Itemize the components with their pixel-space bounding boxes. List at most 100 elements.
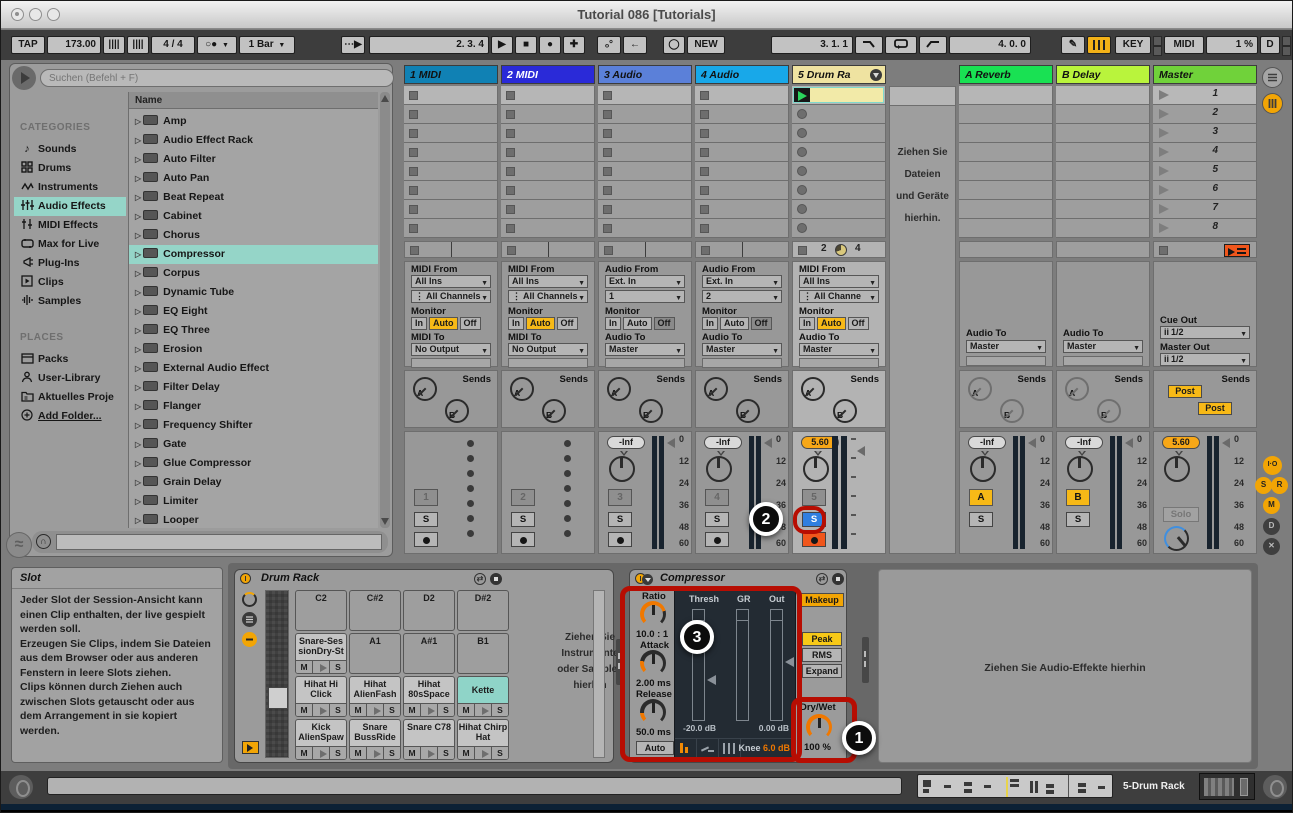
send-b-knob[interactable]: B bbox=[833, 399, 857, 423]
sidebar-item-audio-effects[interactable]: Audio Effects bbox=[14, 197, 126, 216]
input-channel-chooser[interactable]: ⋮ All Channels bbox=[411, 290, 491, 303]
arm-button-active[interactable] bbox=[802, 532, 826, 547]
nudge-up-button[interactable]: |||| bbox=[127, 36, 149, 54]
clip-stop-button[interactable] bbox=[506, 91, 515, 100]
clip-play-icon[interactable] bbox=[794, 88, 810, 102]
solo-button[interactable]: S bbox=[414, 512, 438, 527]
clip-stop-button[interactable] bbox=[700, 224, 709, 233]
clip-stop-button[interactable] bbox=[700, 129, 709, 138]
master-header[interactable]: Master bbox=[1153, 65, 1257, 84]
scene-launch-icon[interactable] bbox=[1159, 90, 1169, 100]
stop-all-clips-button[interactable] bbox=[1224, 244, 1250, 257]
master-out-chooser[interactable]: ii 1/2 bbox=[1160, 353, 1250, 366]
output-chooser[interactable]: Master bbox=[966, 340, 1046, 353]
pad-solo[interactable]: S bbox=[330, 746, 346, 759]
audio-effect-drop-area[interactable]: Ziehen Sie Audio-Effekte hierhin bbox=[878, 569, 1252, 763]
clip-slot[interactable] bbox=[404, 143, 498, 162]
pad-solo[interactable]: S bbox=[438, 703, 454, 716]
cue-out-chooser[interactable]: ii 1/2 bbox=[1160, 326, 1250, 339]
scene-launch-icon[interactable] bbox=[1159, 223, 1169, 233]
clip-slot[interactable] bbox=[695, 200, 789, 219]
show-crossfader-toggle[interactable]: ✕ bbox=[1263, 538, 1280, 555]
expand-triangle-icon[interactable]: ▷ bbox=[135, 321, 141, 340]
fold-icon[interactable] bbox=[870, 69, 882, 81]
clip-slot[interactable] bbox=[501, 86, 595, 105]
makeup-button[interactable]: Makeup bbox=[800, 593, 844, 607]
meter-zero-marker[interactable] bbox=[857, 446, 865, 456]
browser-device-row[interactable]: ▷ Compressor bbox=[129, 245, 378, 264]
input-type-chooser[interactable]: Ext. In bbox=[605, 275, 685, 288]
input-channel-chooser[interactable]: 2 bbox=[702, 290, 782, 303]
output-chooser[interactable]: Master bbox=[702, 343, 782, 356]
pan-knob[interactable] bbox=[1067, 456, 1093, 482]
midi-map-button[interactable]: MIDI bbox=[1164, 36, 1204, 54]
punch-in-button[interactable] bbox=[855, 36, 883, 54]
preview-progress-field[interactable] bbox=[56, 534, 382, 550]
pad-preview[interactable] bbox=[313, 703, 330, 716]
clip-stop-button[interactable] bbox=[797, 185, 807, 195]
pan-knob[interactable] bbox=[970, 456, 996, 482]
quantization-menu[interactable]: 1 Bar ▼ bbox=[239, 36, 295, 54]
clip-slot[interactable] bbox=[404, 219, 498, 238]
sidebar-item-clips[interactable]: Clips bbox=[14, 273, 126, 292]
track-header-4[interactable]: 4 Audio bbox=[695, 65, 789, 84]
clip-stop-button[interactable] bbox=[700, 148, 709, 157]
monitor-off-button[interactable]: Off bbox=[750, 317, 772, 330]
browser-device-row[interactable]: ▷ Grain Delay bbox=[129, 473, 378, 492]
drum-pad-filled[interactable]: Hihat AlienFash MS bbox=[349, 676, 401, 717]
pad-mute[interactable]: M bbox=[296, 703, 313, 716]
clip-stop-button[interactable] bbox=[506, 186, 515, 195]
loop-length-field[interactable]: 4. 0. 0 bbox=[949, 36, 1031, 54]
punch-out-button[interactable] bbox=[919, 36, 947, 54]
scene-launch-icon[interactable] bbox=[1159, 166, 1169, 176]
drum-pad-filled[interactable]: Hihat Chirp Hat MS bbox=[457, 719, 509, 760]
pad-solo[interactable]: S bbox=[492, 703, 508, 716]
return-activator[interactable]: B bbox=[1066, 489, 1090, 506]
clip-slot[interactable] bbox=[404, 162, 498, 181]
sidebar-item-max-for-live[interactable]: Max for Live bbox=[14, 235, 126, 254]
clip-slot[interactable] bbox=[792, 181, 886, 200]
scene-row[interactable]: 5 bbox=[1153, 162, 1257, 181]
device-chevron-icon[interactable] bbox=[642, 574, 653, 585]
solo-button[interactable]: S bbox=[511, 512, 535, 527]
return-header-b[interactable]: B Delay bbox=[1056, 65, 1150, 84]
pan-knob[interactable] bbox=[803, 456, 829, 482]
pad-preview[interactable] bbox=[475, 746, 492, 759]
monitor-auto-button[interactable]: Auto bbox=[429, 317, 458, 330]
track-activator[interactable]: 2 bbox=[511, 489, 535, 506]
scene-launch-icon[interactable] bbox=[1159, 204, 1169, 214]
nudge-down-button[interactable]: |||| bbox=[103, 36, 125, 54]
scene-launch-icon[interactable] bbox=[1159, 185, 1169, 195]
arm-button[interactable] bbox=[705, 532, 729, 547]
volume-field[interactable]: -Inf bbox=[607, 436, 645, 449]
meter-zero-marker[interactable] bbox=[764, 438, 772, 448]
clip-stop-button[interactable] bbox=[603, 205, 612, 214]
expand-triangle-icon[interactable]: ▷ bbox=[135, 492, 141, 511]
preview-headphone-icon[interactable]: ∩ bbox=[36, 534, 51, 549]
sidebar-item-sounds[interactable]: ♪ Sounds bbox=[14, 140, 126, 159]
expand-triangle-icon[interactable]: ▷ bbox=[135, 112, 141, 131]
expand-triangle-icon[interactable]: ▷ bbox=[135, 397, 141, 416]
send-a-knob[interactable]: A bbox=[704, 377, 728, 401]
send-a-pre-post-toggle[interactable]: Post bbox=[1168, 385, 1202, 398]
meter-zero-marker[interactable] bbox=[667, 438, 675, 448]
pad-mute[interactable]: M bbox=[296, 746, 313, 759]
track-activator[interactable]: 5 bbox=[802, 489, 826, 506]
input-channel-chooser[interactable]: 1 bbox=[605, 290, 685, 303]
clip-stop-button[interactable] bbox=[409, 224, 418, 233]
input-type-chooser[interactable]: All Ins bbox=[411, 275, 491, 288]
drum-pad[interactable]: D#2 bbox=[457, 590, 509, 631]
clip-stop-button[interactable] bbox=[797, 166, 807, 176]
clip-stop-button[interactable] bbox=[797, 109, 807, 119]
clip-minimap[interactable] bbox=[917, 774, 1113, 798]
pad-mute[interactable]: M bbox=[350, 703, 367, 716]
browser-collapse-button[interactable] bbox=[12, 66, 36, 90]
clip-stop-button[interactable] bbox=[797, 147, 807, 157]
browser-device-row[interactable]: ▷ Beat Repeat bbox=[129, 188, 378, 207]
clip-slot[interactable] bbox=[598, 200, 692, 219]
sidebar-item-samples[interactable]: Samples bbox=[14, 292, 126, 311]
expand-triangle-icon[interactable]: ▷ bbox=[135, 207, 141, 226]
clip-slot[interactable] bbox=[792, 200, 886, 219]
pad-mute[interactable]: M bbox=[458, 746, 475, 759]
input-channel-chooser[interactable]: ⋮ All Channels bbox=[508, 290, 588, 303]
